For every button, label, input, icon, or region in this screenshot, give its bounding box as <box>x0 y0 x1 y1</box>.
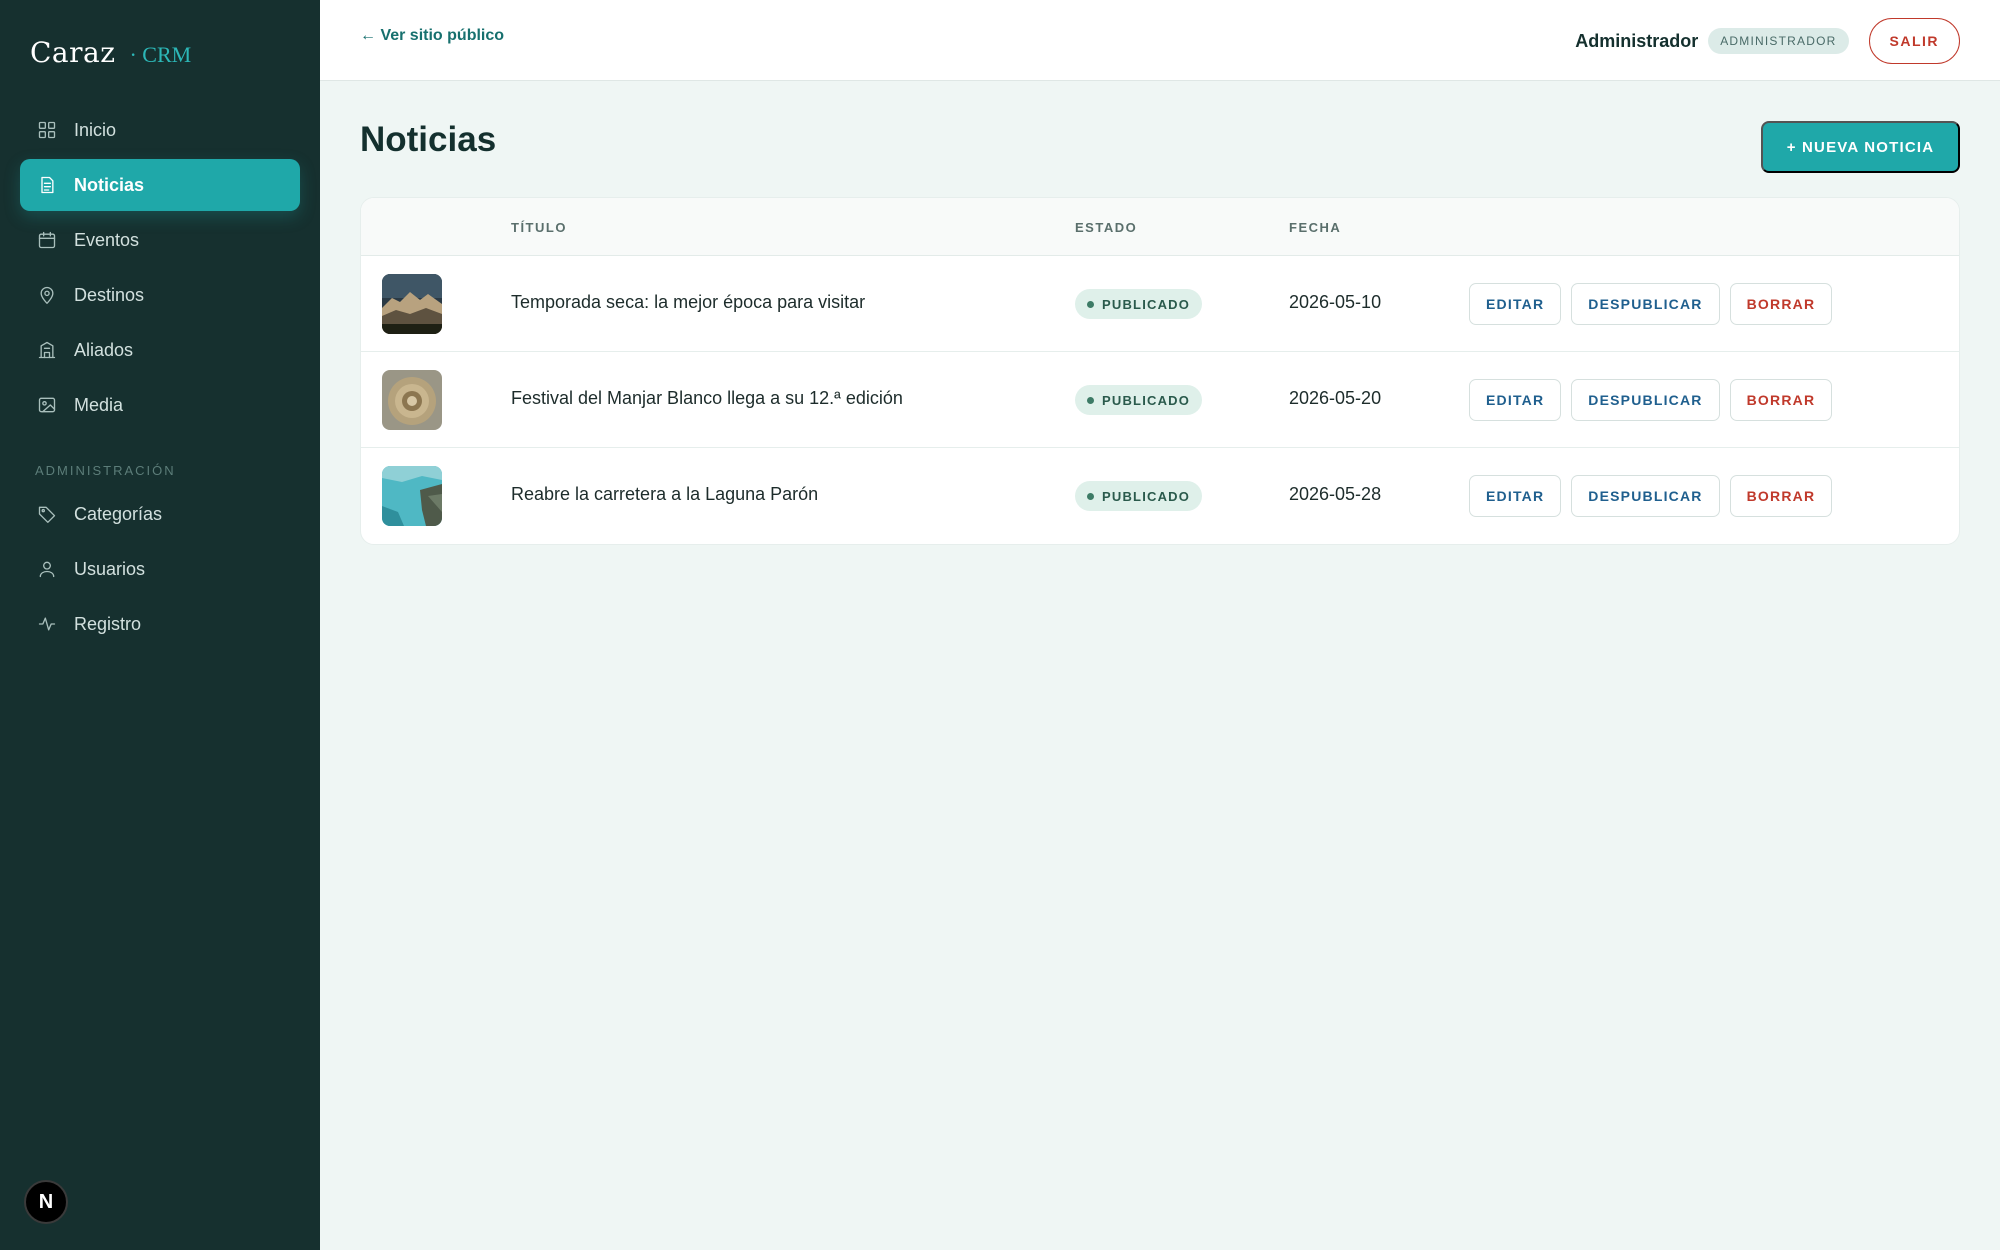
table-header: TÍTULO ESTADO FECHA <box>361 198 1959 256</box>
sidebar-item-destinos[interactable]: Destinos <box>20 269 300 321</box>
unpublish-button[interactable]: DESPUBLICAR <box>1571 283 1720 325</box>
news-date: 2026-05-20 <box>1289 388 1382 408</box>
row-actions: EDITAR DESPUBLICAR BORRAR <box>1469 475 1833 517</box>
sidebar-item-label: Usuarios <box>74 558 146 579</box>
user-name: Administrador <box>1575 30 1699 51</box>
sidebar-item-inicio[interactable]: Inicio <box>20 104 300 156</box>
sidebar-item-label: Inicio <box>74 119 117 140</box>
tag-icon <box>36 503 58 525</box>
delete-button[interactable]: BORRAR <box>1729 475 1833 517</box>
section-label-administracion: ADMINISTRACIÓN <box>35 463 176 478</box>
image-icon <box>36 394 58 416</box>
sidebar-item-label: Registro <box>74 613 142 634</box>
edit-button[interactable]: EDITAR <box>1469 283 1562 325</box>
news-thumbnail <box>382 370 442 430</box>
sidebar-item-label: Media <box>74 394 124 415</box>
column-header-title: TÍTULO <box>511 220 567 235</box>
calendar-icon <box>36 229 58 251</box>
top-bar: ← Ver sitio público Administrador ADMINI… <box>320 0 2000 81</box>
status-label: PUBLICADO <box>1102 488 1191 504</box>
sidebar-item-label: Aliados <box>74 339 134 360</box>
news-title[interactable]: Temporada seca: la mejor época para visi… <box>511 292 865 313</box>
status-badge: PUBLICADO <box>1075 481 1203 511</box>
status-dot <box>1087 300 1094 308</box>
delete-button[interactable]: BORRAR <box>1729 283 1833 325</box>
brand-suffix: · CRM <box>129 42 192 67</box>
brand-name: Caraz <box>30 36 116 69</box>
document-icon <box>36 174 58 196</box>
table-row: Reabre la carretera a la Laguna Parón PU… <box>361 448 1959 544</box>
sidebar-item-label: Destinos <box>74 284 145 305</box>
delete-button[interactable]: BORRAR <box>1729 379 1833 421</box>
status-dot <box>1087 396 1094 404</box>
sidebar: Caraz · CRM Inicio Noticias Eventos Dest… <box>0 0 320 1250</box>
news-title[interactable]: Festival del Manjar Blanco llega a su 12… <box>511 388 903 409</box>
row-actions: EDITAR DESPUBLICAR BORRAR <box>1469 379 1833 421</box>
sidebar-item-label: Noticias <box>74 174 145 195</box>
news-date: 2026-05-10 <box>1289 292 1382 312</box>
activity-icon <box>36 613 58 635</box>
status-dot <box>1087 492 1094 500</box>
sidebar-item-eventos[interactable]: Eventos <box>20 214 300 266</box>
map-pin-icon <box>36 284 58 306</box>
sidebar-item-usuarios[interactable]: Usuarios <box>20 543 300 595</box>
news-thumbnail <box>382 274 442 334</box>
brand-logo[interactable]: Caraz · CRM <box>30 36 191 69</box>
sidebar-item-label: Categorías <box>74 503 163 524</box>
nextjs-dev-badge[interactable]: N <box>24 1180 68 1224</box>
news-table: TÍTULO ESTADO FECHA Temporada seca: la m… <box>360 197 1960 545</box>
news-date: 2026-05-28 <box>1289 484 1382 504</box>
sidebar-item-media[interactable]: Media <box>20 379 300 431</box>
user-area: Administrador ADMINISTRADOR SALIR <box>1575 18 1960 64</box>
status-badge: PUBLICADO <box>1075 385 1203 415</box>
column-header-status: ESTADO <box>1075 220 1138 235</box>
role-badge: ADMINISTRADOR <box>1708 28 1849 54</box>
table-row: Festival del Manjar Blanco llega a su 12… <box>361 352 1959 448</box>
sidebar-item-label: Eventos <box>74 229 140 250</box>
new-news-button[interactable]: + NUEVA NOTICIA <box>1761 121 1960 173</box>
status-label: PUBLICADO <box>1102 296 1191 312</box>
sidebar-item-registro[interactable]: Registro <box>20 598 300 650</box>
view-public-site-link[interactable]: ← Ver sitio público <box>360 27 504 45</box>
unpublish-button[interactable]: DESPUBLICAR <box>1571 475 1720 517</box>
page-title: Noticias <box>360 120 497 159</box>
column-header-date: FECHA <box>1289 220 1342 235</box>
edit-button[interactable]: EDITAR <box>1469 475 1562 517</box>
logout-button[interactable]: SALIR <box>1868 18 1960 64</box>
sidebar-item-noticias[interactable]: Noticias <box>20 159 300 211</box>
sidebar-item-aliados[interactable]: Aliados <box>20 324 300 376</box>
status-label: PUBLICADO <box>1102 392 1191 408</box>
user-icon <box>36 558 58 580</box>
news-title[interactable]: Reabre la carretera a la Laguna Parón <box>511 484 818 505</box>
unpublish-button[interactable]: DESPUBLICAR <box>1571 379 1720 421</box>
building-icon <box>36 339 58 361</box>
news-thumbnail <box>382 466 442 526</box>
row-actions: EDITAR DESPUBLICAR BORRAR <box>1469 283 1833 325</box>
sidebar-nav: Inicio Noticias Eventos Destinos Aliados… <box>20 104 300 653</box>
status-badge: PUBLICADO <box>1075 289 1203 319</box>
sidebar-item-categorias[interactable]: Categorías <box>20 488 300 540</box>
grid-icon <box>36 119 58 141</box>
edit-button[interactable]: EDITAR <box>1469 379 1562 421</box>
table-row: Temporada seca: la mejor época para visi… <box>361 256 1959 352</box>
